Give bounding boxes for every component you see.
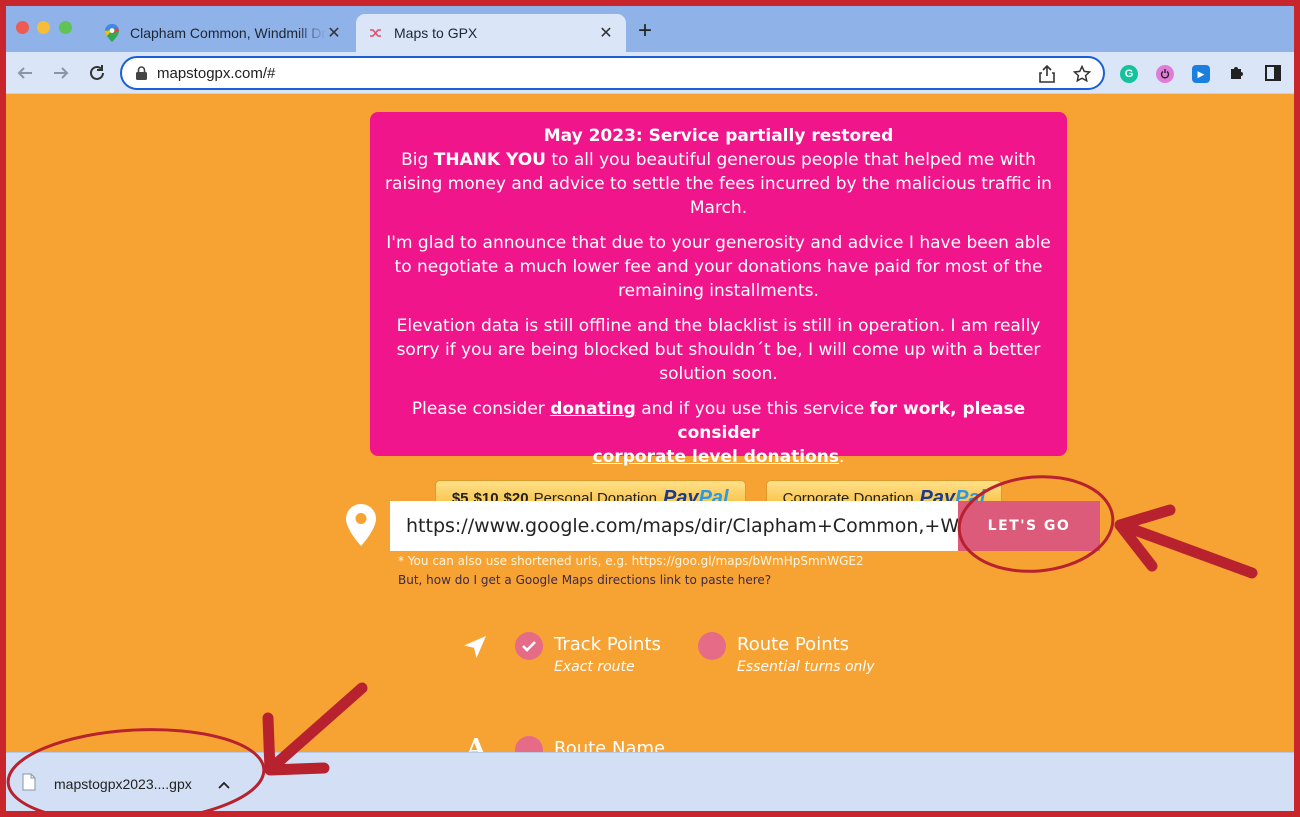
- minimize-window-button[interactable]: [37, 21, 50, 34]
- navigation-arrow-icon: [462, 634, 488, 665]
- route-points-checkbox[interactable]: [698, 632, 726, 660]
- tab-maps-to-gpx[interactable]: Maps to GPX ✕: [356, 14, 626, 52]
- shortened-url-hint: * You can also use shortened urls, e.g. …: [398, 554, 864, 568]
- page-content: May 2023: Service partially restored Big…: [6, 94, 1294, 764]
- grammarly-extension-icon[interactable]: G: [1120, 65, 1138, 83]
- close-window-button[interactable]: [16, 21, 29, 34]
- track-points-label: Track Points: [554, 634, 661, 655]
- browser-window: Clapham Common, Windmill Dr ✕ Maps to GP…: [6, 6, 1294, 811]
- tab-strip: Clapham Common, Windmill Dr ✕ Maps to GP…: [6, 6, 1294, 52]
- forward-arrow-icon[interactable]: [50, 62, 72, 84]
- video-extension-icon[interactable]: ▶: [1192, 65, 1210, 83]
- download-filename: mapstogpx2023....gpx: [54, 775, 192, 792]
- donating-link[interactable]: donating: [550, 399, 636, 419]
- bookmark-star-icon[interactable]: [1072, 64, 1092, 88]
- power-extension-icon[interactable]: [1156, 65, 1174, 83]
- browser-toolbar: mapstogpx.com/# G ▶: [6, 52, 1294, 94]
- lock-icon[interactable]: [136, 66, 147, 80]
- notice-text: Big: [401, 150, 434, 170]
- new-tab-plus-icon[interactable]: +: [638, 19, 652, 43]
- service-notice-box: May 2023: Service partially restored Big…: [370, 112, 1067, 516]
- notice-paragraph-2: I'm glad to announce that due to your ge…: [386, 233, 1051, 301]
- address-bar[interactable]: mapstogpx.com/#: [120, 56, 1105, 90]
- notice-text: and if you use this service: [635, 399, 870, 419]
- route-points-sub: Essential turns only: [737, 659, 875, 675]
- puzzle-extensions-icon[interactable]: [1226, 62, 1248, 84]
- notice-text: Please consider: [411, 399, 551, 419]
- side-panel-icon[interactable]: [1262, 62, 1284, 84]
- reload-icon[interactable]: [86, 62, 108, 84]
- tab-close-icon[interactable]: ✕: [326, 23, 342, 43]
- notice-paragraph-3: Elevation data is still offline and the …: [396, 316, 1041, 384]
- download-shelf: mapstogpx2023....gpx: [6, 752, 1294, 811]
- notice-bold: THANK YOU: [433, 150, 546, 170]
- tab-google-maps[interactable]: Clapham Common, Windmill Dr ✕: [92, 14, 354, 52]
- tab-title: Maps to GPX: [394, 25, 478, 41]
- maximize-window-button[interactable]: [59, 21, 72, 34]
- corporate-donations-link[interactable]: corporate level donations: [593, 447, 839, 467]
- maps-url-input[interactable]: https://www.google.com/maps/dir/Clapham+…: [390, 501, 964, 551]
- file-icon: [22, 773, 36, 794]
- shuffle-icon: [368, 25, 384, 41]
- address-url: mapstogpx.com/#: [157, 64, 276, 82]
- track-points-checkbox[interactable]: [515, 632, 543, 660]
- download-item[interactable]: mapstogpx2023....gpx: [22, 773, 230, 794]
- location-pin-icon: [346, 504, 376, 551]
- google-maps-icon: [104, 24, 120, 42]
- back-arrow-icon[interactable]: [14, 62, 36, 84]
- lets-go-button[interactable]: LET'S GO: [958, 501, 1100, 551]
- share-icon[interactable]: [1039, 64, 1055, 88]
- tab-title: Clapham Common, Windmill Dr: [130, 25, 326, 41]
- how-to-get-link[interactable]: But, how do I get a Google Maps directio…: [398, 573, 771, 587]
- notice-heading: May 2023: Service partially restored: [543, 126, 894, 146]
- chevron-up-icon[interactable]: [218, 776, 230, 792]
- tab-close-icon[interactable]: ✕: [598, 23, 614, 43]
- track-points-sub: Exact route: [554, 659, 635, 675]
- route-points-label: Route Points: [737, 634, 850, 655]
- notice-text: .: [839, 447, 845, 467]
